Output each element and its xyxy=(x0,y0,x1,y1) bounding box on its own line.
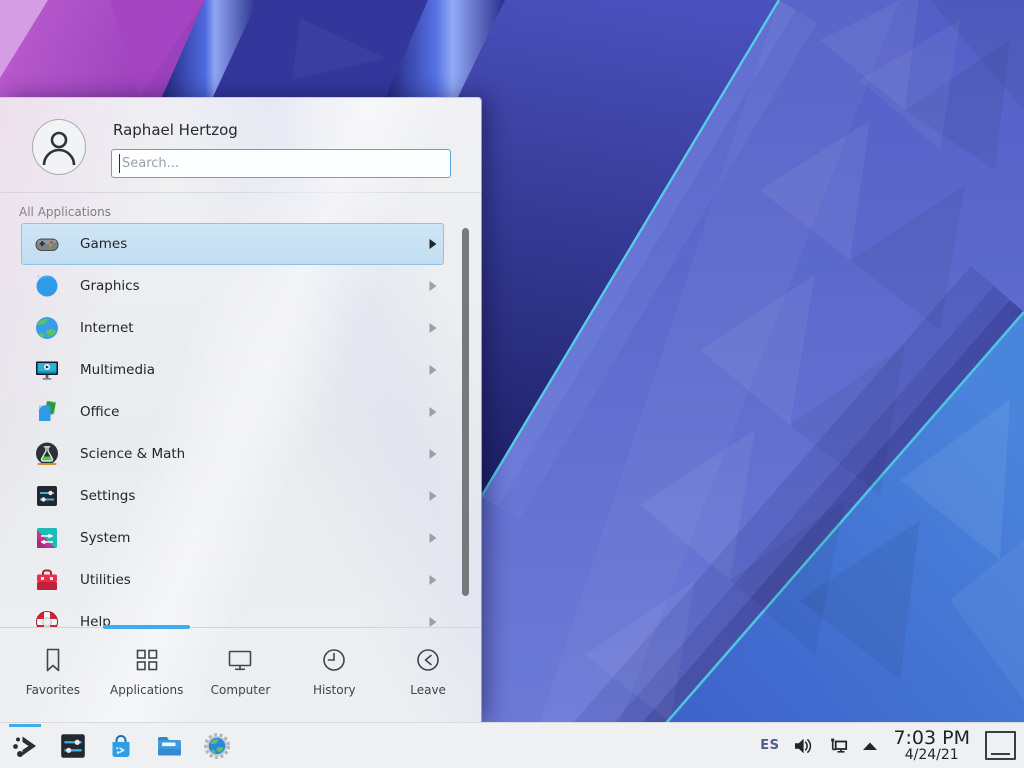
tab-label: Computer xyxy=(211,683,271,697)
leave-circle-icon xyxy=(413,645,443,675)
chevron-right-icon xyxy=(429,365,437,375)
tab-favorites[interactable]: Favorites xyxy=(6,628,100,723)
chevron-right-icon xyxy=(429,323,437,333)
category-label: Utilities xyxy=(80,572,131,588)
system-sliders-icon xyxy=(33,524,61,552)
category-science-math[interactable]: Science & Math xyxy=(21,433,444,475)
grid-icon xyxy=(132,645,162,675)
text-cursor xyxy=(119,154,120,173)
search-input[interactable] xyxy=(111,149,451,178)
category-internet[interactable]: Internet xyxy=(21,307,444,349)
sliders-icon xyxy=(33,482,61,510)
keyboard-layout-indicator[interactable]: ES xyxy=(760,738,779,753)
chevron-right-icon xyxy=(429,533,437,543)
system-settings-button[interactable] xyxy=(54,724,92,768)
category-label: System xyxy=(80,530,130,546)
globe-icon xyxy=(33,314,61,342)
flask-icon xyxy=(33,440,61,468)
sphere-icon xyxy=(33,272,61,300)
chevron-right-icon xyxy=(429,281,437,291)
desktop: Raphael Hertzog All Applications xyxy=(0,0,1024,768)
folder-icon xyxy=(154,731,184,761)
category-label: Internet xyxy=(80,320,134,336)
tab-label: History xyxy=(313,683,356,697)
application-category-list: Games Graphics xyxy=(0,223,481,628)
web-browser-button[interactable] xyxy=(198,724,236,768)
user-avatar[interactable] xyxy=(32,119,86,175)
category-label: Games xyxy=(80,236,127,252)
monitor-icon xyxy=(225,645,255,675)
launcher-tab-bar: Favorites Applications xyxy=(0,627,481,723)
tab-leave[interactable]: Leave xyxy=(381,628,475,723)
category-office[interactable]: Office xyxy=(21,391,444,433)
sliders-icon xyxy=(58,731,88,761)
clock-icon xyxy=(319,645,349,675)
category-multimedia[interactable]: Multimedia xyxy=(21,349,444,391)
system-tray: ES 7:03 PM xyxy=(760,728,1024,764)
clock-time: 7:03 PM xyxy=(893,728,970,749)
volume-icon[interactable] xyxy=(792,735,814,757)
category-label: Office xyxy=(80,404,119,420)
active-tab-indicator xyxy=(103,625,190,629)
section-header: All Applications xyxy=(0,192,481,220)
chevron-right-icon xyxy=(429,407,437,417)
lifebuoy-icon xyxy=(33,608,61,628)
launcher-header: Raphael Hertzog xyxy=(0,98,481,178)
tab-label: Leave xyxy=(410,683,446,697)
kickoff-icon xyxy=(10,731,40,761)
documents-icon xyxy=(33,398,61,426)
toolbox-icon xyxy=(33,566,61,594)
category-label: Science & Math xyxy=(80,446,185,462)
clock-date: 4/24/21 xyxy=(905,748,959,763)
user-icon xyxy=(40,127,78,167)
section-label: All Applications xyxy=(19,205,111,219)
category-help[interactable]: Help xyxy=(21,601,444,628)
chevron-right-icon xyxy=(429,491,437,501)
category-settings[interactable]: Settings xyxy=(21,475,444,517)
application-launcher-panel: Raphael Hertzog All Applications xyxy=(0,97,482,723)
software-bag-icon xyxy=(106,731,136,761)
taskbar: ES 7:03 PM xyxy=(0,722,1024,768)
discover-button[interactable] xyxy=(102,724,140,768)
tab-label: Applications xyxy=(110,683,183,697)
category-games[interactable]: Games xyxy=(21,223,444,265)
show-desktop-button[interactable] xyxy=(985,731,1016,760)
scrollbar-thumb[interactable] xyxy=(462,228,469,596)
tab-label: Favorites xyxy=(26,683,80,697)
digital-clock[interactable]: 7:03 PM 4/24/21 xyxy=(891,728,972,764)
category-utilities[interactable]: Utilities xyxy=(21,559,444,601)
media-monitor-icon xyxy=(33,356,61,384)
category-graphics[interactable]: Graphics xyxy=(21,265,444,307)
category-label: Graphics xyxy=(80,278,140,294)
tab-applications[interactable]: Applications xyxy=(100,628,194,723)
network-icon[interactable] xyxy=(827,735,849,757)
category-system[interactable]: System xyxy=(21,517,444,559)
gamepad-icon xyxy=(33,230,61,258)
category-label: Settings xyxy=(80,488,135,504)
chevron-right-icon xyxy=(429,617,437,627)
category-label: Multimedia xyxy=(80,362,155,378)
chevron-right-icon xyxy=(429,575,437,585)
application-launcher-button[interactable] xyxy=(6,724,44,768)
active-task-indicator xyxy=(9,724,41,727)
globe-gear-icon xyxy=(202,731,232,761)
tab-computer[interactable]: Computer xyxy=(194,628,288,723)
bookmark-icon xyxy=(38,645,68,675)
chevron-right-icon xyxy=(429,239,437,249)
user-name: Raphael Hertzog xyxy=(113,121,451,139)
tab-history[interactable]: History xyxy=(287,628,381,723)
tray-expand-arrow-icon[interactable] xyxy=(862,741,878,751)
chevron-right-icon xyxy=(429,449,437,459)
file-manager-button[interactable] xyxy=(150,724,188,768)
